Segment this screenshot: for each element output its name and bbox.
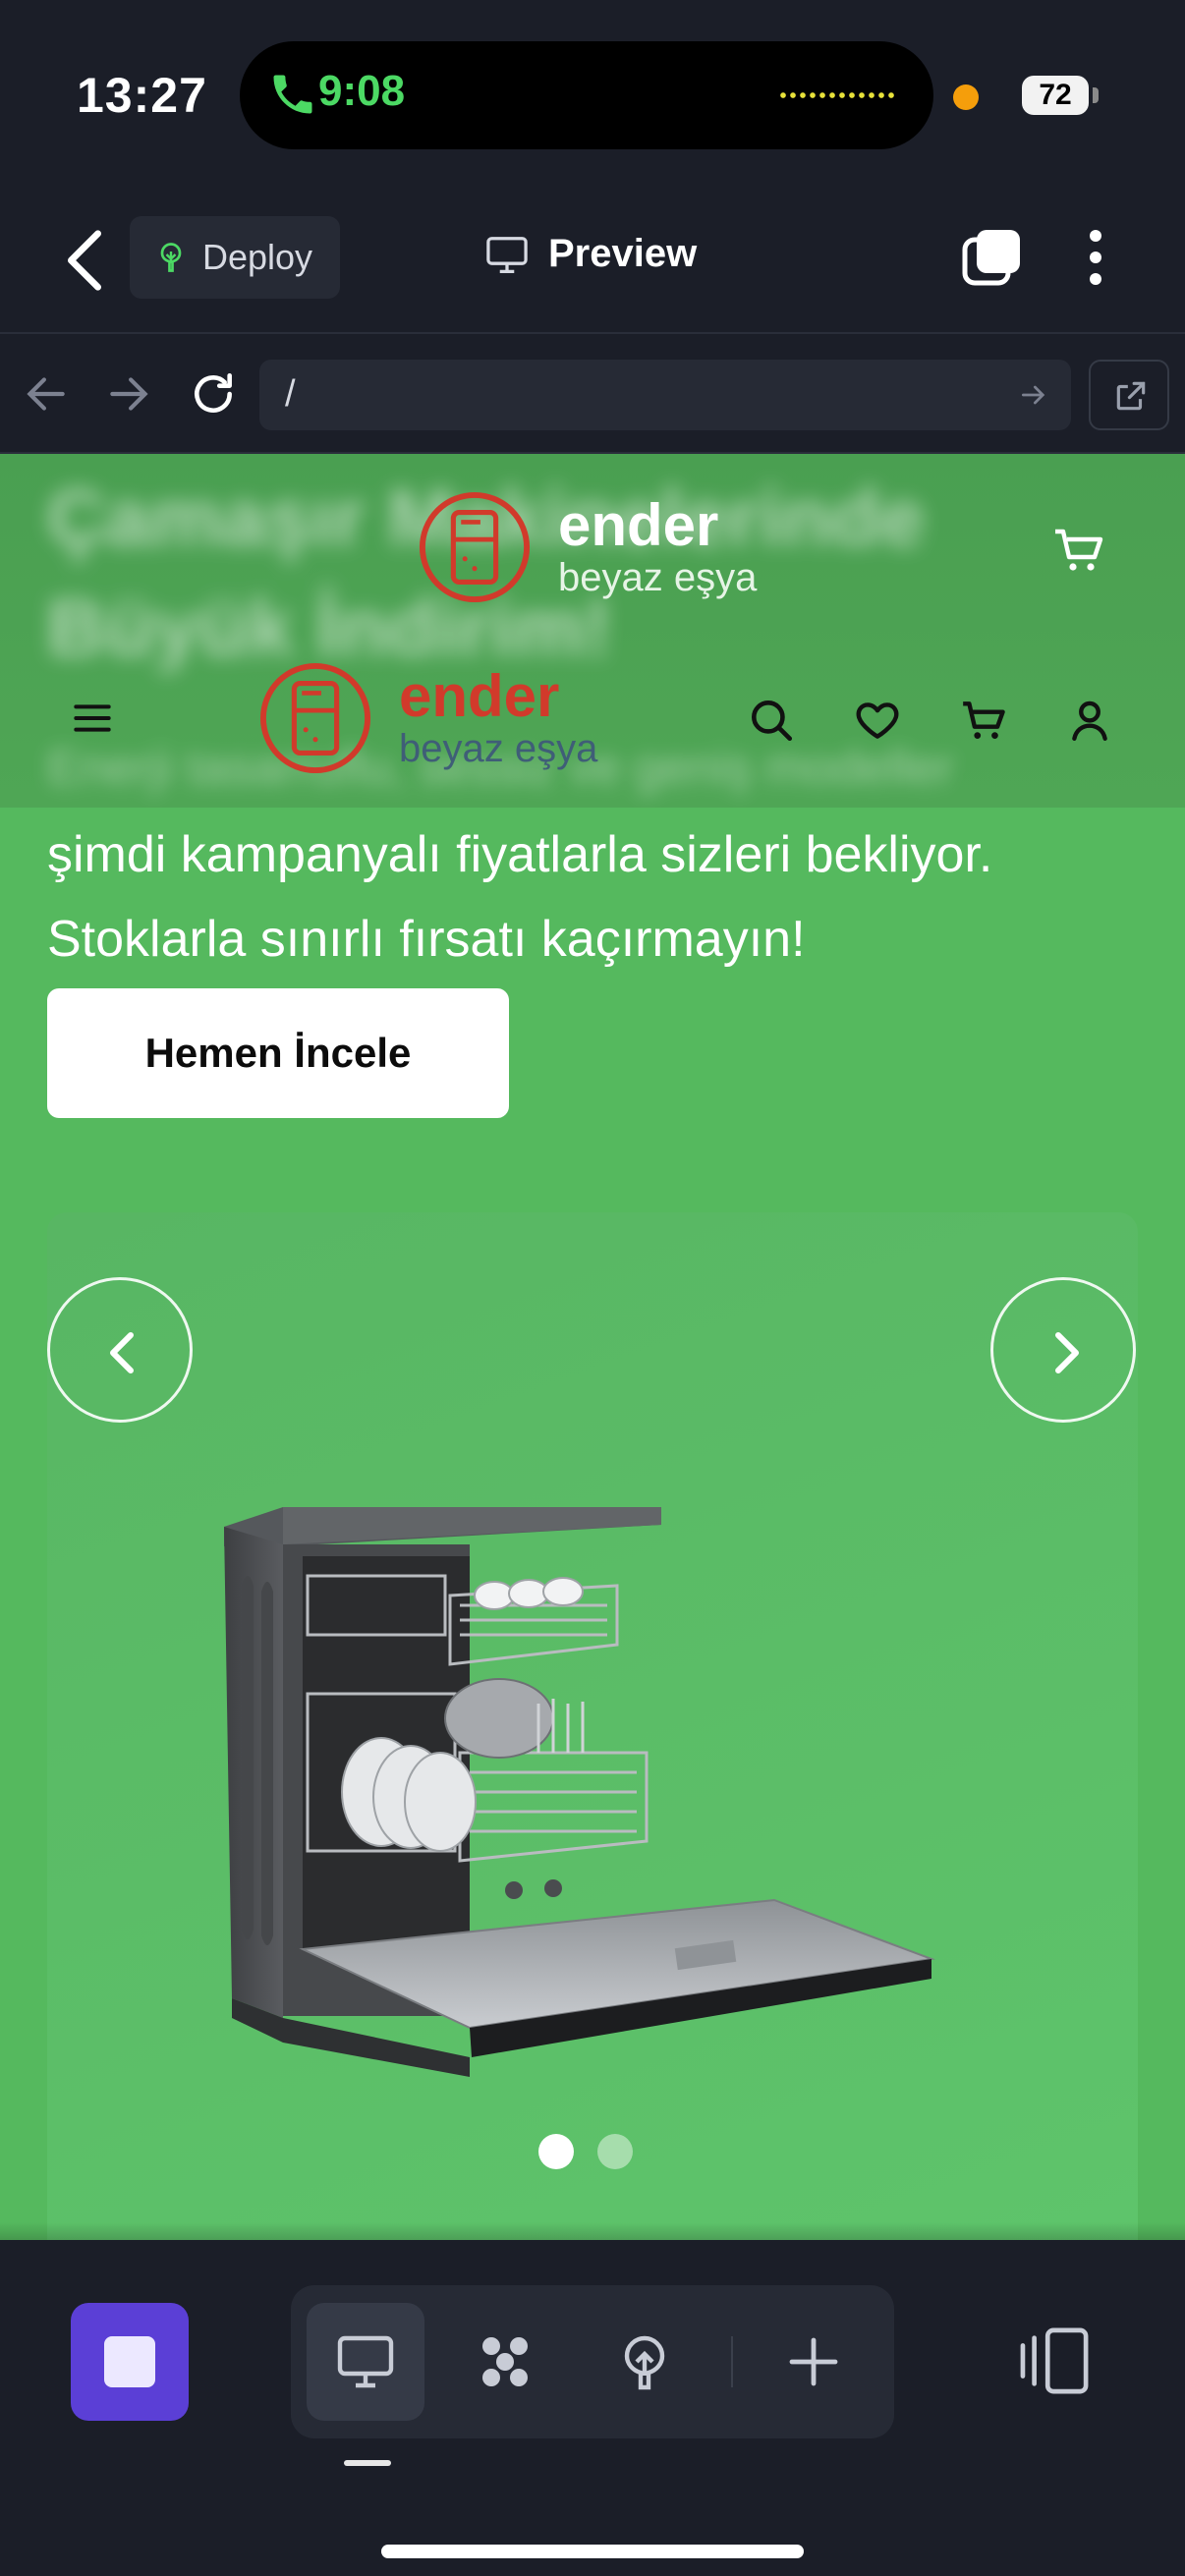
arrow-left-icon[interactable] (22, 369, 71, 419)
site-logo[interactable]: ender beyaz eşya (257, 660, 650, 778)
carousel-next-button[interactable] (990, 1277, 1136, 1423)
preview-view-button[interactable] (307, 2303, 424, 2421)
fridge-logo-icon (259, 662, 371, 774)
carousel-dots (538, 2134, 647, 2173)
call-duration: 9:08 (318, 67, 406, 115)
chevron-left-icon (110, 1332, 134, 1373)
carousel-prev-button[interactable] (47, 1277, 193, 1423)
monitor-icon (337, 2335, 394, 2388)
deploy-label: Deploy (202, 237, 313, 277)
preview-label: Preview (548, 232, 698, 275)
logo-tagline: beyaz eşya (399, 727, 598, 770)
add-button[interactable] (755, 2303, 873, 2421)
stop-button[interactable] (71, 2303, 189, 2421)
site-logo-overlay[interactable]: ender beyaz eşya (417, 489, 790, 607)
reload-icon[interactable] (189, 369, 238, 419)
dishwasher-product-image[interactable] (214, 1507, 990, 2097)
privacy-indicator-dot (953, 84, 979, 110)
phone-icon (273, 75, 312, 114)
hemen-incele-button[interactable]: Hemen İncele (47, 988, 509, 1118)
bottom-toolbar (0, 2240, 1185, 2576)
promo-text-line: Stoklarla sınırlı fırsatı kaçırmayın! (47, 911, 806, 968)
logo-name: ender (558, 492, 719, 558)
battery-level: 72 (1022, 76, 1089, 115)
stop-icon (104, 2336, 155, 2387)
menu-icon[interactable] (73, 701, 112, 735)
url-text: / (285, 373, 296, 415)
cart-icon[interactable] (1051, 525, 1106, 574)
heart-icon[interactable] (853, 696, 902, 745)
website-preview: Çamaşır Makinelerinde Büyük İndirim! Ene… (0, 454, 1185, 2240)
product-carousel (47, 1212, 1138, 2240)
monitor-icon (486, 237, 528, 273)
chevron-right-icon (1055, 1332, 1079, 1373)
deploy-tree-icon (624, 2335, 665, 2390)
logo-tagline: beyaz eşya (558, 556, 758, 599)
preview-title: Preview (485, 226, 721, 295)
plus-icon (789, 2337, 838, 2386)
site-navbar: ender beyaz eşya (0, 650, 1185, 788)
audio-waveform-icon (778, 91, 896, 99)
url-input[interactable]: / (259, 360, 1071, 430)
view-switcher (291, 2285, 894, 2438)
user-icon[interactable] (1065, 696, 1114, 745)
open-external-button[interactable] (1089, 360, 1169, 430)
browser-bar: / (0, 336, 1185, 454)
status-time: 13:27 (77, 68, 207, 123)
toolbar-divider (731, 2336, 733, 2387)
go-arrow-icon[interactable] (1016, 379, 1051, 411)
chevron-left-icon[interactable] (55, 226, 114, 295)
deploy-button[interactable]: Deploy (130, 216, 340, 299)
carousel-dot[interactable] (597, 2134, 633, 2169)
battery-tip-icon (1093, 87, 1099, 103)
home-indicator[interactable] (381, 2545, 804, 2558)
preview-bottom-shadow (0, 2222, 1185, 2240)
tree-icon (160, 243, 182, 272)
tabs-icon[interactable] (961, 226, 1024, 289)
carousel-dot-active[interactable] (538, 2134, 574, 2169)
deploy-view-button[interactable] (586, 2303, 704, 2421)
app-toolbar: Deploy Preview (0, 187, 1185, 334)
more-vertical-icon[interactable] (1081, 226, 1110, 289)
active-tab-indicator (344, 2460, 391, 2466)
app-screen: 13:27 9:08 72 Deploy Preview / Çamaşır M… (0, 0, 1185, 2576)
arrow-right-icon[interactable] (104, 369, 153, 419)
fridge-logo-icon (419, 491, 531, 603)
cart-icon[interactable] (959, 696, 1008, 745)
components-view-button[interactable] (446, 2303, 564, 2421)
dynamic-island[interactable]: 9:08 (240, 41, 933, 149)
logo-name: ender (399, 663, 560, 729)
side-panel-icon[interactable] (1016, 2326, 1095, 2395)
components-icon (482, 2337, 528, 2386)
status-bar: 13:27 9:08 72 (0, 0, 1185, 187)
site-header: Çamaşır Makinelerinde Büyük İndirim! Ene… (0, 454, 1185, 808)
search-icon[interactable] (747, 696, 796, 745)
promo-text-line: şimdi kampanyalı fiyatlarla sizleri bekl… (47, 826, 993, 883)
external-link-icon (1116, 381, 1146, 411)
